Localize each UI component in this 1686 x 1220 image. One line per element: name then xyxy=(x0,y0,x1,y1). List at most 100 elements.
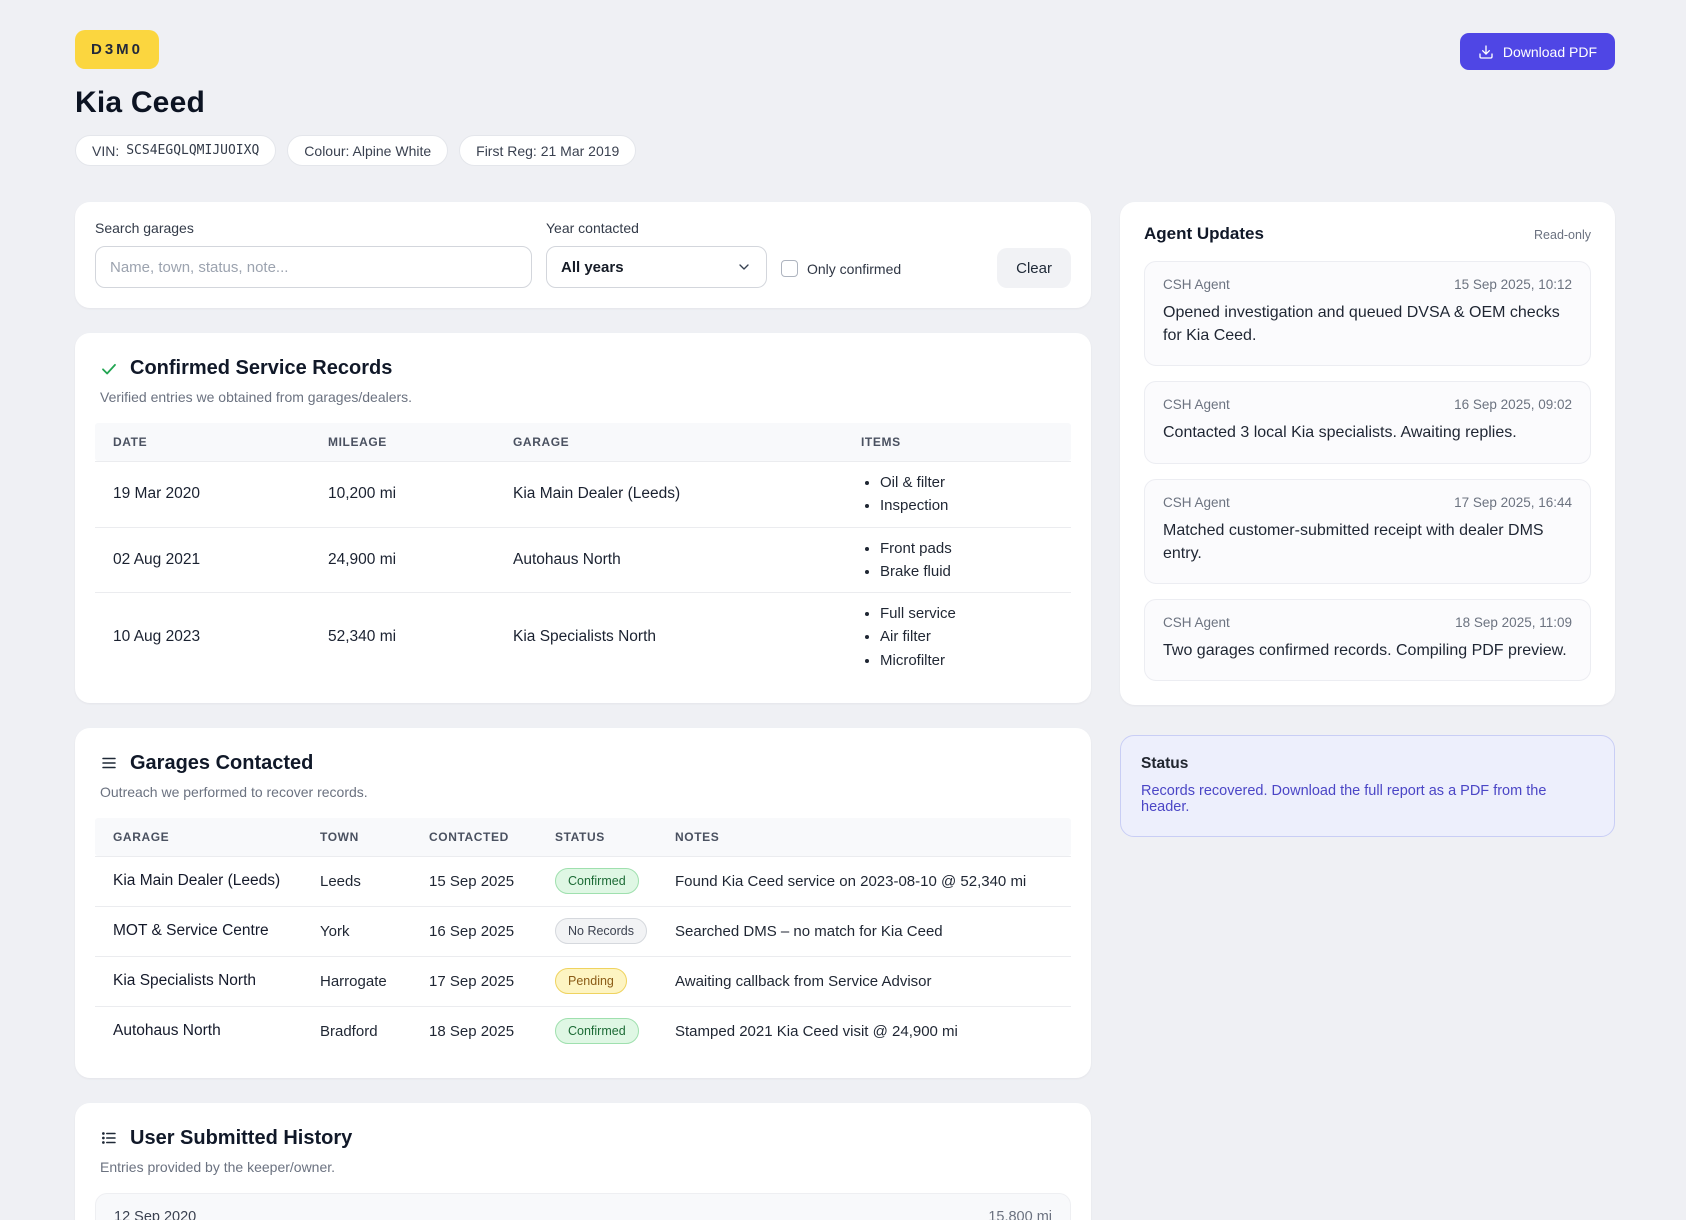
search-label: Search garages xyxy=(95,220,194,236)
record-mileage: 52,340 mi xyxy=(328,627,397,645)
garage-town: Harrogate xyxy=(320,972,387,990)
search-input[interactable] xyxy=(95,246,532,288)
garage-name: MOT & Service Centre xyxy=(113,922,269,940)
table-row: 10 Aug 2023 52,340 mi Kia Specialists No… xyxy=(95,592,1071,681)
year-select-value: All years xyxy=(561,258,624,276)
garage-town: Leeds xyxy=(320,872,361,890)
vin-label: VIN: xyxy=(92,142,120,159)
status-badge: No Records xyxy=(555,918,647,945)
table-header: Garage Town Contacted Status Notes xyxy=(95,817,1071,856)
col-status: Status xyxy=(555,829,605,844)
download-pdf-button[interactable]: Download PDF xyxy=(1459,33,1615,70)
record-date: 10 Aug 2023 xyxy=(113,627,201,645)
record-garage: Kia Specialists North xyxy=(513,627,657,645)
col-garage: Garage xyxy=(113,829,170,844)
record-date: 19 Mar 2020 xyxy=(113,485,201,503)
record-item: Air filter xyxy=(880,625,1071,648)
garage-town: Bradford xyxy=(320,1022,378,1040)
vin-value: SCS4EGQLQMIJUOIXQ xyxy=(126,143,260,158)
agent-name: CSH Agent xyxy=(1163,397,1230,413)
list-icon xyxy=(100,1129,118,1147)
col-town: Town xyxy=(320,829,359,844)
record-garage: Kia Main Dealer (Leeds) xyxy=(513,485,681,503)
record-date: 02 Aug 2021 xyxy=(113,550,201,568)
vehicle-chips: VIN: SCS4EGQLQMIJUOIXQ Colour: Alpine Wh… xyxy=(75,135,637,166)
status-panel-message: Records recovered. Download the full rep… xyxy=(1141,783,1547,816)
year-contacted-label: Year contacted xyxy=(546,220,639,236)
garage-name: Autohaus North xyxy=(113,1022,221,1040)
record-items: Oil & filter Inspection xyxy=(843,471,1071,518)
record-items: Full service Air filter Microfilter xyxy=(843,602,1071,672)
agent-message: Two garages confirmed records. Compiling… xyxy=(1163,641,1567,659)
record-item: Inspection xyxy=(880,494,1071,517)
menu-lines-icon xyxy=(100,754,118,772)
garage-town: York xyxy=(320,922,350,940)
garages-contacted-subtitle: Outreach we performed to recover records… xyxy=(100,783,368,800)
only-confirmed-label: Only confirmed xyxy=(807,260,902,277)
garage-notes: Awaiting callback from Service Advisor xyxy=(675,972,932,990)
col-garage: Garage xyxy=(513,435,570,449)
clear-button[interactable]: Clear xyxy=(997,248,1071,288)
agent-name: CSH Agent xyxy=(1163,614,1230,630)
demo-badge: D3M0 xyxy=(75,30,160,69)
download-icon xyxy=(1478,44,1494,60)
agent-update-item: CSH Agent 18 Sep 2025, 11:09 Two garages… xyxy=(1144,598,1591,682)
user-history-entry: 12 Sep 2020 15,800 mi Oil & filter at ho… xyxy=(95,1192,1071,1220)
filter-bar: Search garages Year contacted All years xyxy=(75,202,1091,308)
agent-message: Contacted 3 local Kia specialists. Await… xyxy=(1163,424,1517,442)
garage-name: Kia Main Dealer (Leeds) xyxy=(113,872,281,890)
status-cell: Pending xyxy=(537,968,657,995)
status-badge: Confirmed xyxy=(555,1018,639,1045)
sidebar: Agent Updates Read-only CSH Agent 15 Sep… xyxy=(1120,202,1615,838)
status-badge: Pending xyxy=(555,968,627,995)
header: D3M0 Kia Ceed VIN: SCS4EGQLQMIJUOIXQ Col… xyxy=(75,30,1615,166)
chevron-down-icon xyxy=(736,259,752,275)
header-left: D3M0 Kia Ceed VIN: SCS4EGQLQMIJUOIXQ Col… xyxy=(75,30,637,166)
year-group: Year contacted All years xyxy=(546,220,767,288)
agent-name: CSH Agent xyxy=(1163,494,1230,510)
entry-date: 12 Sep 2020 xyxy=(114,1208,197,1220)
table-row: 02 Aug 2021 24,900 mi Autohaus North Fro… xyxy=(95,526,1071,593)
garage-name: Kia Specialists North xyxy=(113,972,257,990)
agent-updates-title: Agent Updates xyxy=(1144,224,1264,243)
first-reg-chip: First Reg: 21 Mar 2019 xyxy=(459,135,637,166)
confirmed-records-subtitle: Verified entries we obtained from garage… xyxy=(100,389,413,405)
year-select[interactable]: All years xyxy=(546,246,767,288)
confirmed-records-card: Confirmed Service Records Verified entri… xyxy=(75,333,1091,703)
only-confirmed-checkbox[interactable] xyxy=(781,260,798,277)
status-cell: Confirmed xyxy=(537,868,657,895)
only-confirmed-group: Only confirmed xyxy=(781,260,901,277)
table-header: Date Mileage Garage Items xyxy=(95,423,1071,461)
table-row: Kia Specialists North Harrogate 17 Sep 2… xyxy=(95,955,1071,1006)
readonly-label: Read-only xyxy=(1534,228,1591,242)
garage-contacted-date: 17 Sep 2025 xyxy=(429,972,515,990)
record-item: Oil & filter xyxy=(880,471,1071,494)
check-icon xyxy=(100,360,118,378)
garage-notes: Found Kia Ceed service on 2023-08-10 @ 5… xyxy=(675,872,1027,890)
garages-contacted-table: Garage Town Contacted Status Notes Kia M… xyxy=(95,817,1071,1056)
page-title: Kia Ceed xyxy=(75,86,205,119)
user-history-subtitle: Entries provided by the keeper/owner. xyxy=(100,1158,336,1175)
status-cell: Confirmed xyxy=(537,1018,657,1045)
agent-name: CSH Agent xyxy=(1163,277,1230,292)
table-row: MOT & Service Centre York 16 Sep 2025 No… xyxy=(95,905,1071,956)
garage-notes: Searched DMS – no match for Kia Ceed xyxy=(675,922,943,940)
col-items: Items xyxy=(861,435,901,449)
col-date: Date xyxy=(113,435,148,449)
status-cell: No Records xyxy=(537,918,657,945)
vin-chip: VIN: SCS4EGQLQMIJUOIXQ xyxy=(75,135,277,166)
garages-contacted-title: Garages Contacted xyxy=(130,751,314,774)
confirmed-records-table: Date Mileage Garage Items 19 Mar 2020 10… xyxy=(95,423,1071,681)
col-contacted: Contacted xyxy=(429,829,509,844)
download-pdf-label: Download PDF xyxy=(1502,43,1597,60)
record-item: Full service xyxy=(880,602,1071,625)
garage-notes: Stamped 2021 Kia Ceed visit @ 24,900 mi xyxy=(675,1022,958,1040)
record-item: Front pads xyxy=(880,537,1071,560)
confirmed-records-title: Confirmed Service Records xyxy=(130,357,393,379)
garage-contacted-date: 15 Sep 2025 xyxy=(429,872,515,890)
agent-updates-card: Agent Updates Read-only CSH Agent 15 Sep… xyxy=(1120,202,1615,706)
search-group: Search garages xyxy=(95,220,532,288)
status-panel: Status Records recovered. Download the f… xyxy=(1120,735,1615,838)
record-garage: Autohaus North xyxy=(513,550,621,568)
agent-timestamp: 16 Sep 2025, 09:02 xyxy=(1454,397,1572,413)
